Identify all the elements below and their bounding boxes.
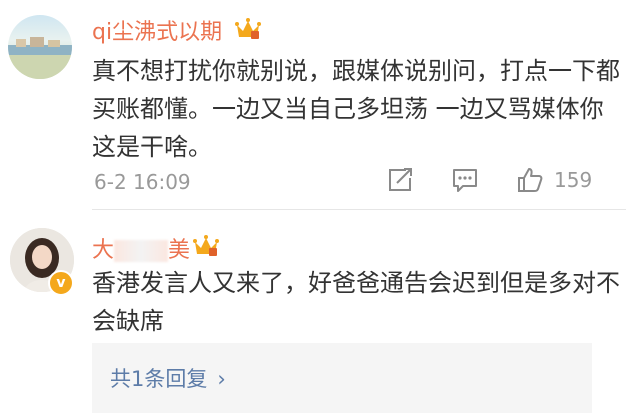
username-suffix: 美 <box>168 238 191 263</box>
avatar-image <box>8 37 72 79</box>
crown-icon <box>235 18 261 39</box>
username[interactable]: 大美 <box>92 232 190 264</box>
comment-text: 真不想打扰你就别说，跟媒体说别问，打点一下都买账都懂。一边又当自己多坦荡 一边又… <box>92 57 620 161</box>
replies-label: 共1条回复 <box>110 367 208 391</box>
chevron-right-icon: › <box>217 367 226 391</box>
avatar[interactable] <box>8 15 72 79</box>
comment-button[interactable] <box>451 166 479 198</box>
like-button[interactable]: 159 <box>516 166 592 194</box>
username[interactable]: qi尘沸式以期 <box>92 14 222 46</box>
view-replies-link[interactable]: 共1条回复 › <box>110 363 226 393</box>
comment-timestamp: 6-2 16:09 <box>94 170 191 194</box>
like-count: 159 <box>554 168 593 192</box>
repost-icon <box>389 168 412 191</box>
username-blur <box>114 240 169 262</box>
replies-box: 共1条回复 › <box>92 343 592 413</box>
username-prefix: 大 <box>92 238 115 263</box>
comment-icon <box>453 169 477 192</box>
comment-item: v 大美 香港发言人又来了，好爸爸通告会迟到但是多对不会缺席 共1条回复 › <box>0 210 640 413</box>
repost-button[interactable] <box>386 166 414 198</box>
crown-icon <box>193 235 219 256</box>
comment-item: qi尘沸式以期 真不想打扰你就别说，跟媒体说别问，打点一下都买账都懂。一边又当自… <box>0 0 640 210</box>
like-icon <box>518 168 543 192</box>
verified-badge: v <box>48 270 74 296</box>
comment-text: 香港发言人又来了，好爸爸通告会迟到但是多对不会缺席 <box>92 269 620 335</box>
